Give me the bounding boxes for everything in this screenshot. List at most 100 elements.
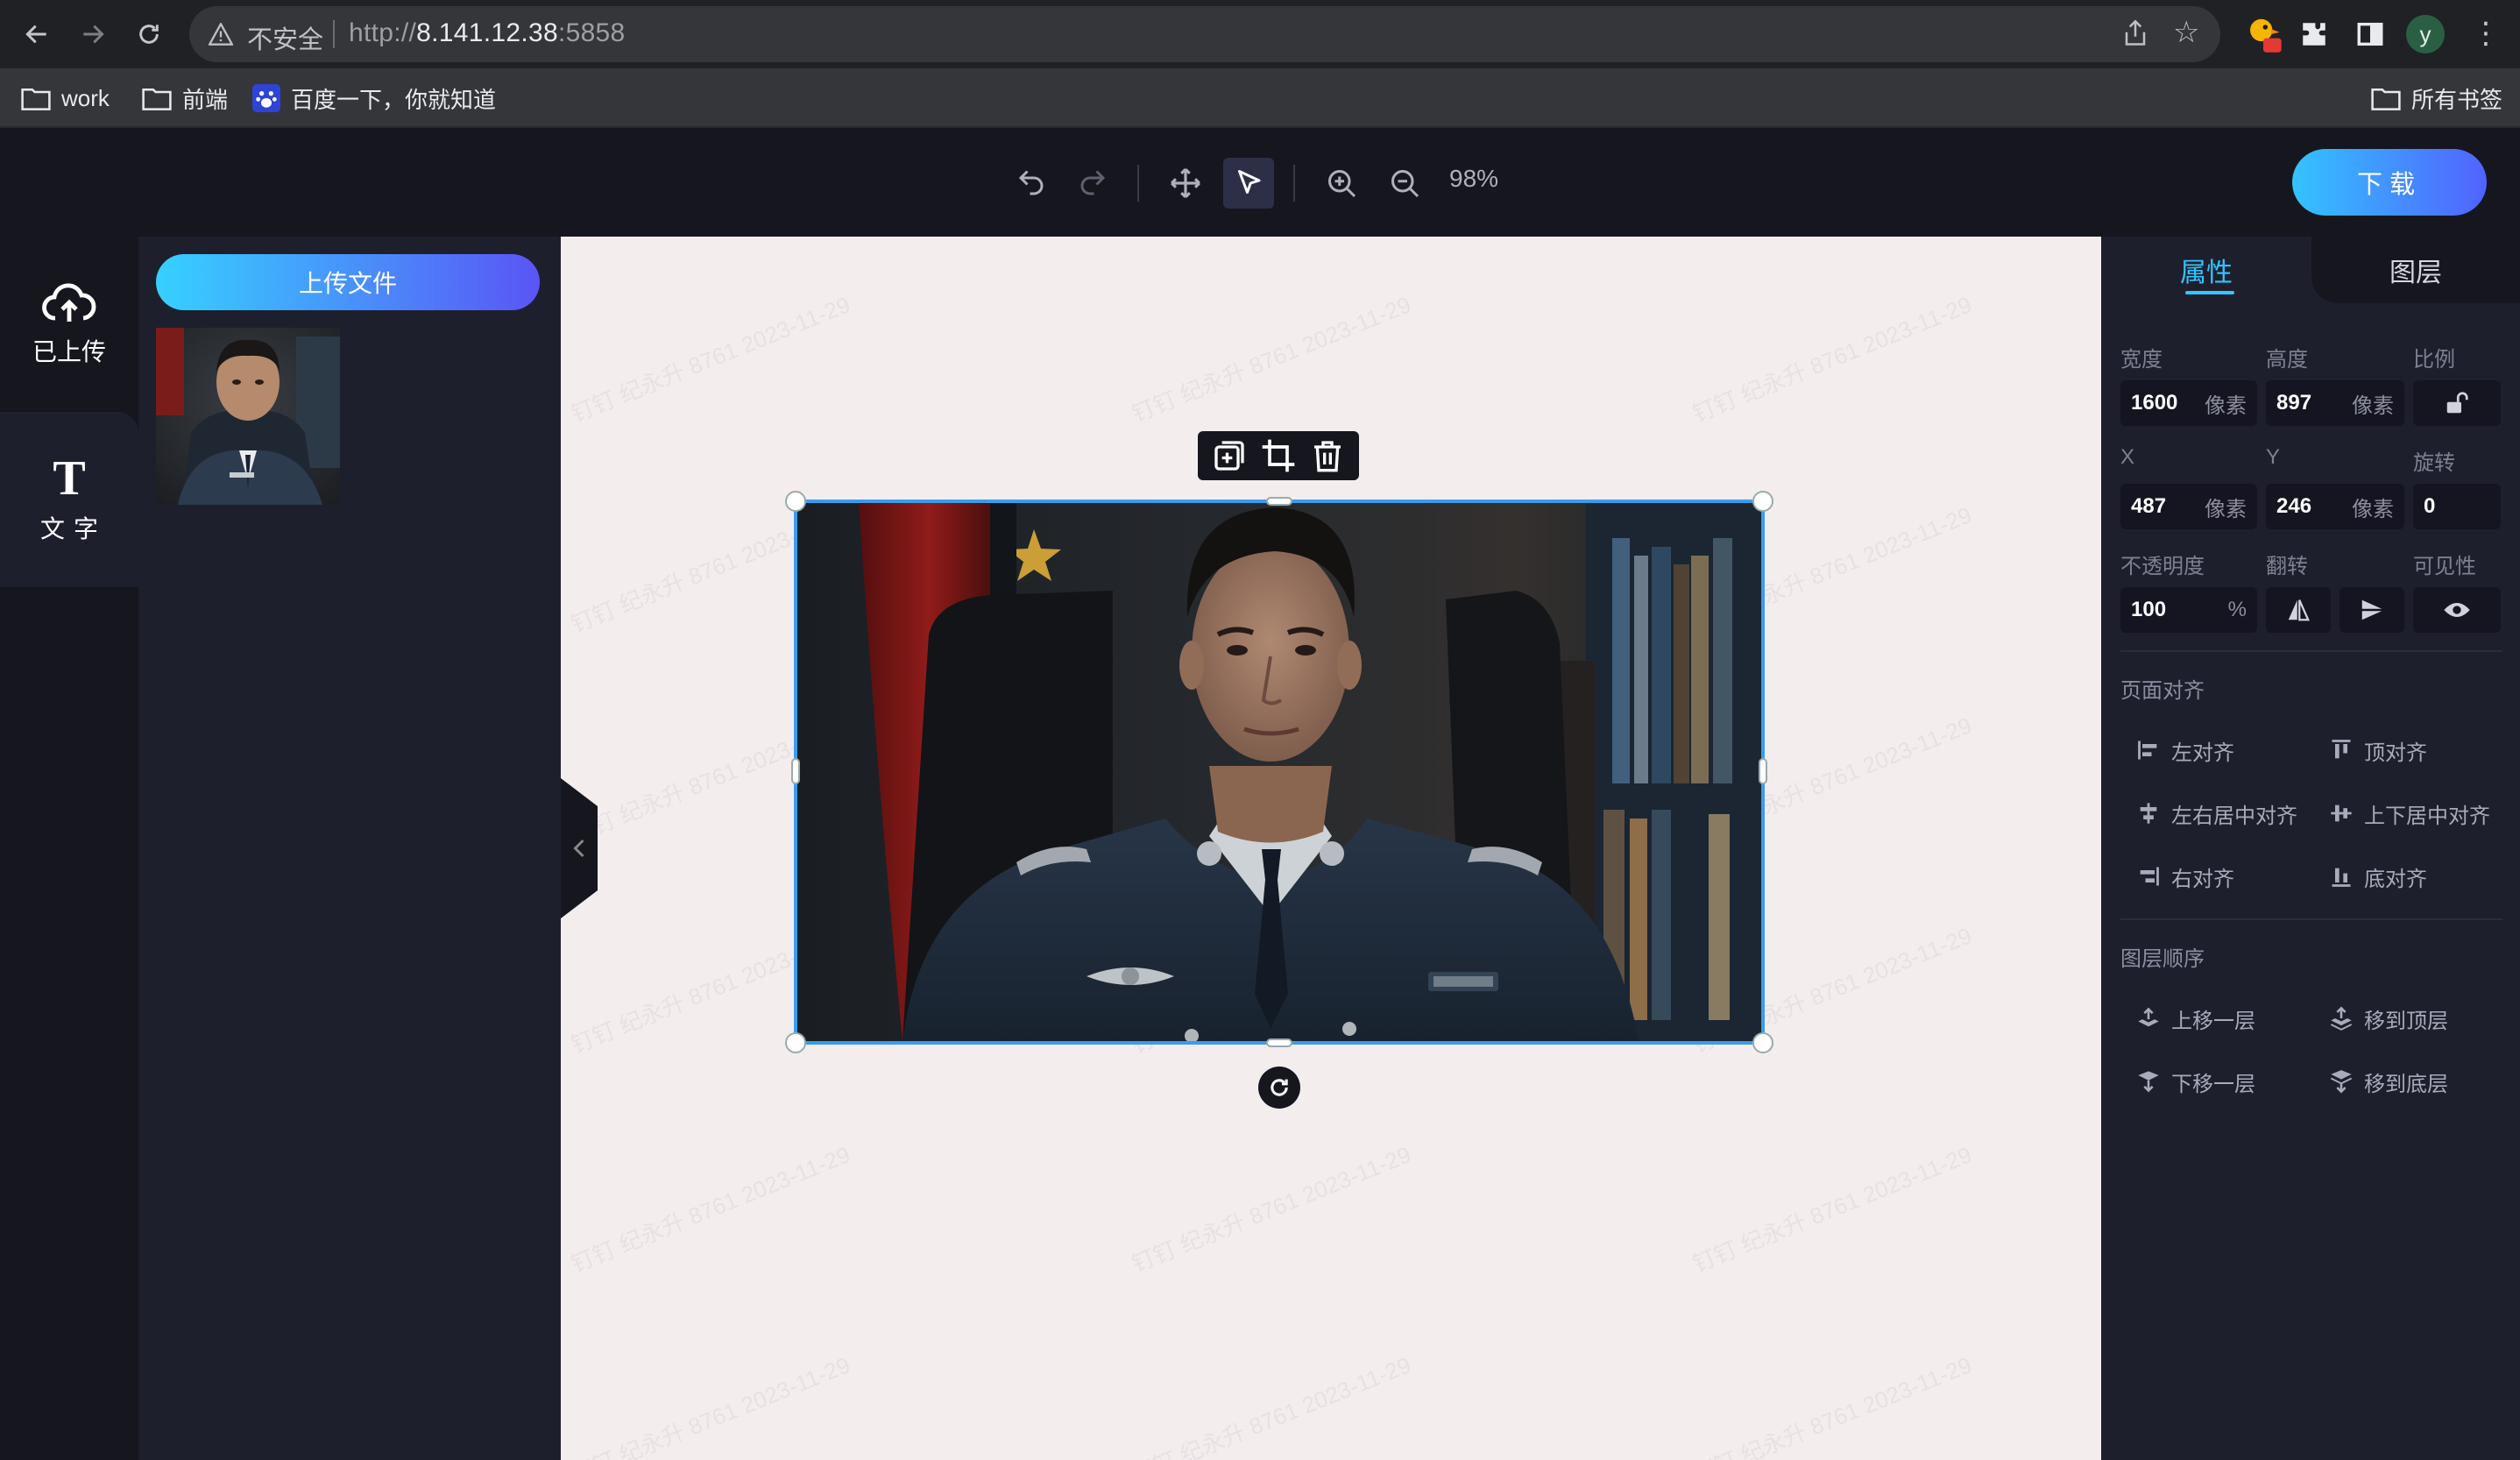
align-vertical-center-icon	[2331, 804, 2352, 822]
text-tool-glyph: T	[53, 451, 86, 506]
cursor-pointer-icon	[1238, 170, 1261, 194]
height-field[interactable]: 897 像素	[2266, 380, 2404, 426]
layer-down-label: 下移一层	[2171, 1072, 2255, 1096]
zoom-in-button[interactable]	[1316, 158, 1367, 209]
resize-handle-top[interactable]	[1266, 497, 1292, 506]
rotate-field[interactable]: 0	[2413, 484, 2501, 529]
height-unit: 像素	[2352, 393, 2394, 418]
warning-icon	[209, 23, 233, 46]
all-bookmarks[interactable]: 所有书签	[2371, 82, 2502, 114]
selected-image[interactable]	[785, 491, 1773, 1053]
redo-icon	[1080, 170, 1106, 195]
align-v-center-button[interactable]: 上下居中对齐	[2329, 796, 2490, 831]
height-label: 高度	[2266, 348, 2308, 372]
layer-to-bottom-button[interactable]: 移到底层	[2329, 1064, 2448, 1099]
zoom-level: 98%	[1449, 165, 1499, 192]
zoom-out-button[interactable]	[1379, 158, 1430, 209]
width-field[interactable]: 1600 像素	[2120, 380, 2257, 426]
lock-ratio-button[interactable]	[2413, 380, 2501, 426]
align-right-button[interactable]: 右对齐	[2136, 859, 2234, 894]
redo-button[interactable]	[1067, 158, 1118, 209]
selection-toolbar	[1198, 431, 1359, 480]
opacity-field[interactable]: 100 %	[2120, 587, 2257, 633]
width-value: 1600	[2131, 391, 2178, 415]
reload-button[interactable]	[130, 15, 168, 53]
resize-handle-bottom-left[interactable]	[785, 1032, 806, 1053]
flip-vertical-button[interactable]	[2339, 587, 2404, 633]
rail-text[interactable]: T 文字	[0, 412, 138, 587]
select-tool-button[interactable]	[1223, 158, 1274, 209]
visibility-toggle[interactable]	[2413, 587, 2501, 633]
x-value: 487	[2131, 494, 2167, 518]
x-label: X	[2120, 445, 2135, 469]
bookmark-label: 百度一下，你就知道	[291, 86, 497, 113]
all-bookmarks-label: 所有书签	[2411, 86, 2503, 113]
layer-to-top-button[interactable]: 移到顶层	[2329, 1001, 2448, 1036]
flip-horizontal-button[interactable]	[2266, 587, 2331, 633]
align-v-center-label: 上下居中对齐	[2364, 804, 2490, 828]
rail-uploaded[interactable]: 已上传	[0, 282, 138, 368]
y-field[interactable]: 246 像素	[2266, 484, 2404, 529]
forward-button[interactable]	[74, 15, 112, 53]
url-prefix: http://	[349, 18, 417, 47]
resize-handle-right[interactable]	[1759, 758, 1767, 784]
rotate-icon	[1271, 1079, 1288, 1096]
page-align-title: 页面对齐	[2120, 679, 2205, 703]
x-field[interactable]: 487 像素	[2120, 484, 2257, 529]
share-icon[interactable]	[2122, 18, 2148, 48]
download-button[interactable]: 下载	[2292, 149, 2487, 216]
url-text[interactable]: http://8.141.12.38:5858	[349, 18, 626, 48]
resize-handle-top-left[interactable]	[785, 491, 806, 512]
rotate-handle[interactable]	[1258, 1067, 1300, 1109]
zoom-in-icon	[1328, 170, 1356, 198]
align-bottom-button[interactable]: 底对齐	[2329, 859, 2427, 894]
tab-properties[interactable]: 属性	[2101, 237, 2311, 303]
resize-handle-left[interactable]	[791, 758, 800, 784]
properties-tabs: 属性 图层	[2101, 237, 2520, 303]
editor-toolbar: 98% 下载	[0, 130, 2520, 237]
bookmark-work[interactable]: work	[21, 82, 110, 114]
opacity-label: 不透明度	[2120, 555, 2205, 578]
duplicate-icon[interactable]	[1212, 438, 1247, 473]
extensions-puzzle-icon[interactable]	[2299, 19, 2329, 53]
width-label: 宽度	[2120, 348, 2163, 372]
align-left-icon	[2138, 741, 2157, 760]
trash-icon[interactable]	[1310, 438, 1345, 473]
side-panel-icon[interactable]	[2355, 19, 2385, 53]
pan-tool-button[interactable]	[1160, 158, 1211, 209]
chevron-left-icon	[573, 839, 584, 858]
eye-icon	[2444, 603, 2470, 617]
tab-layers[interactable]: 图层	[2311, 237, 2520, 303]
resize-handle-bottom-right[interactable]	[1752, 1032, 1773, 1053]
folder-icon	[21, 88, 51, 110]
bookmark-baidu[interactable]: 百度一下，你就知道	[252, 82, 496, 114]
rail-text-label: 文字	[39, 515, 107, 542]
undo-icon	[1018, 170, 1044, 195]
crop-icon[interactable]	[1261, 438, 1296, 473]
profile-avatar[interactable]: y	[2406, 15, 2445, 53]
rail-uploaded-label: 已上传	[32, 338, 106, 365]
browser-menu-icon[interactable]: ⋮	[2471, 16, 2501, 51]
layer-down-button[interactable]: 下移一层	[2136, 1064, 2255, 1099]
align-top-button[interactable]: 顶对齐	[2329, 733, 2427, 768]
resize-handle-top-right[interactable]	[1752, 491, 1773, 512]
bookmark-frontend[interactable]: 前端	[142, 82, 228, 114]
layer-up-button[interactable]: 上移一层	[2136, 1001, 2255, 1036]
align-h-center-button[interactable]: 左右居中对齐	[2136, 796, 2297, 831]
resize-handle-bottom[interactable]	[1266, 1038, 1292, 1047]
undo-button[interactable]	[1006, 158, 1057, 209]
uploaded-image-thumbnail[interactable]	[156, 328, 340, 505]
bookmark-star-icon[interactable]: ☆	[2173, 15, 2199, 50]
move-arrows-icon	[1171, 168, 1200, 198]
extension-duck-icon[interactable]	[2243, 14, 2283, 59]
align-top-label: 顶对齐	[2364, 741, 2427, 765]
insecure-label: 不安全	[247, 26, 324, 54]
address-bar[interactable]: 不安全 http://8.141.12.38:5858 ☆	[189, 6, 2220, 62]
y-value: 246	[2276, 494, 2312, 518]
x-unit: 像素	[2205, 497, 2247, 521]
watermark: 钉钉 纪永升 8761 2023-11-29	[1128, 1141, 1415, 1278]
upload-file-button[interactable]: 上传文件	[156, 254, 540, 310]
align-left-button[interactable]: 左对齐	[2136, 733, 2234, 768]
upload-panel: 上传文件	[138, 237, 561, 1460]
back-button[interactable]	[18, 15, 56, 53]
